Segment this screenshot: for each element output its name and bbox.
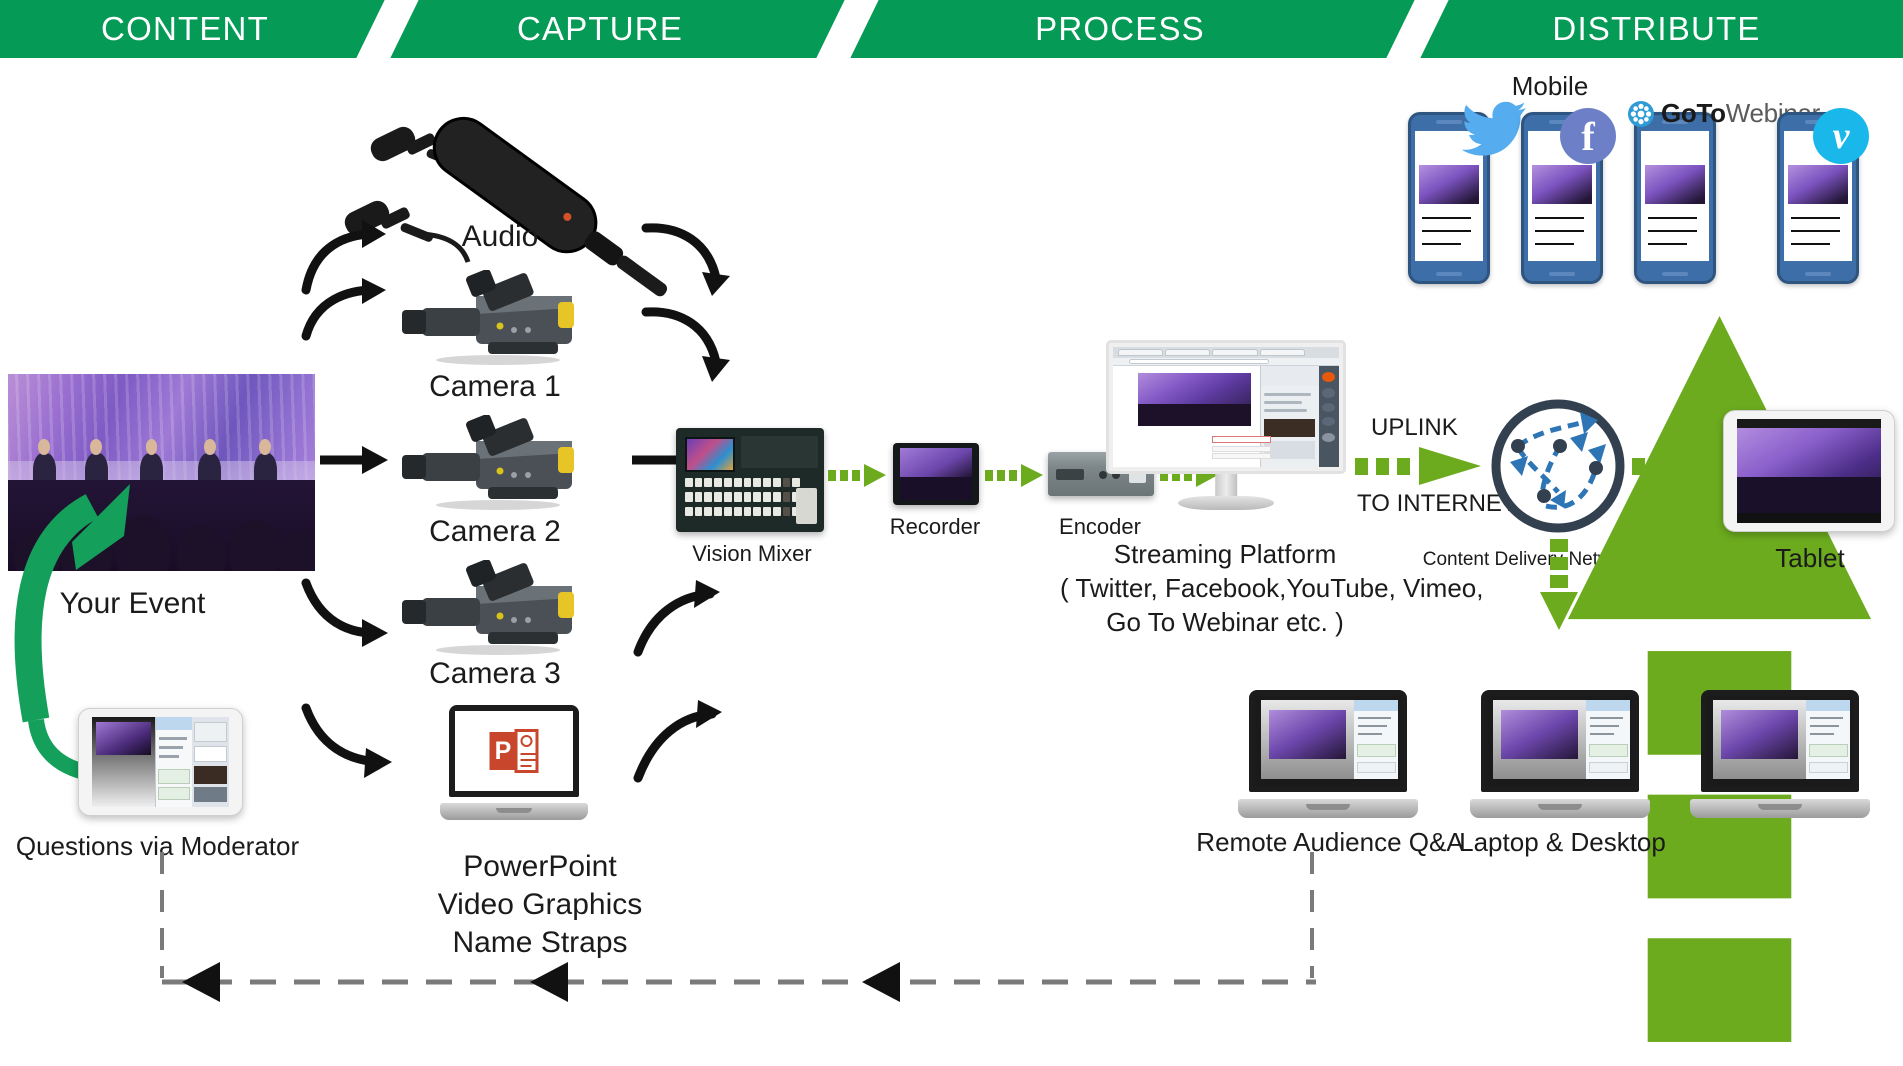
laptop-third (1690, 690, 1870, 818)
stream-video (1137, 373, 1251, 427)
arrow-graphics-to-mixer (633, 700, 722, 783)
browser-tab[interactable] (1164, 348, 1211, 357)
feedback-return-path (160, 852, 1316, 1002)
stream-menu-item[interactable] (1212, 445, 1272, 452)
vision-mixer-button-row[interactable] (684, 507, 801, 517)
laptop-desktop (1470, 690, 1650, 818)
browser-tab-bar (1113, 347, 1339, 358)
record-button[interactable] (1322, 372, 1336, 383)
gotowebinar-icon (1628, 100, 1654, 127)
vision-mixer-caption: Vision Mixer (692, 541, 812, 566)
camera1-caption: Camera 1 (429, 370, 561, 403)
camera-2 (388, 414, 604, 511)
arrow-event-to-camera1 (301, 278, 386, 341)
graphics-laptop-lid: P (448, 705, 580, 797)
arrow-camera1-to-mixer (641, 307, 730, 382)
laptop-desktop-caption: Laptop & Desktop (1459, 827, 1666, 857)
phone-screen (1641, 131, 1709, 261)
arrow-camera3-to-mixer (633, 580, 720, 657)
arrow-audio-to-mixer (641, 223, 730, 296)
browser-tab[interactable] (1117, 348, 1163, 357)
camera2-caption: Camera 2 (429, 515, 561, 548)
browser-tab[interactable] (1259, 348, 1306, 357)
streaming-caption-line2: ( Twitter, Facebook,YouTube, Vimeo, (1060, 573, 1484, 603)
arrow-event-to-camera2 (320, 446, 388, 474)
laptop-remote-audience (1238, 690, 1418, 818)
vision-mixer-tbar[interactable] (795, 488, 817, 524)
monitor-foot (1178, 496, 1274, 510)
arrow-event-to-graphics (301, 703, 392, 778)
tablet-caption: Tablet (1775, 543, 1845, 573)
stream-toolbar-rail[interactable] (1318, 366, 1339, 468)
flow-mixer-to-recorder (828, 464, 886, 487)
arrow-event-to-camera3 (301, 578, 388, 647)
recorder-device (893, 443, 979, 505)
audio-caption: Audio (461, 220, 539, 253)
event-caption: Your Event (59, 587, 206, 620)
stream-menu-item[interactable] (1212, 452, 1272, 459)
camera3-caption: Camera 3 (429, 657, 561, 690)
encoder-display (1056, 468, 1085, 481)
twitter-icon (1461, 101, 1526, 156)
recorder-screen (900, 448, 972, 500)
stream-menu-item[interactable] (1212, 436, 1272, 444)
streaming-caption-line1: Streaming Platform (1113, 539, 1337, 569)
vision-mixer-monitor (684, 437, 736, 472)
graphics-laptop-base (440, 802, 588, 820)
facebook-icon: f (1560, 108, 1616, 164)
browser-url-bar (1113, 357, 1339, 367)
stage-label-capture: CAPTURE (516, 10, 684, 47)
vision-mixer-button-row[interactable] (684, 492, 801, 502)
graphics-laptop-screen: P (454, 711, 574, 791)
browser-address-input[interactable] (1128, 359, 1269, 364)
streaming-monitor-screen (1113, 347, 1339, 468)
mobile-caption: Mobile (1511, 71, 1589, 101)
streaming-monitor-body (1106, 340, 1346, 475)
vision-mixer (676, 428, 824, 532)
gotowebinar-label-bold: GoTo (1661, 98, 1726, 128)
browser-tab[interactable] (1212, 348, 1258, 357)
phone-video-thumb (1419, 164, 1479, 204)
streaming-monitor (1106, 340, 1346, 510)
uplink-label: UPLINK (1371, 414, 1458, 441)
gear-icon[interactable] (1322, 432, 1336, 443)
monitor-neck (1215, 474, 1237, 497)
phone-gotowebinar[interactable] (1634, 112, 1716, 284)
stage-header-bar: CONTENT CAPTURE PROCESS DISTRIBUTE (0, 0, 1903, 58)
stage-label-process: PROCESS (1035, 10, 1205, 47)
moderator-tablet (78, 708, 243, 816)
distribute-tablet (1723, 410, 1895, 532)
camera-1 (388, 269, 604, 366)
moderator-tablet-screen (92, 717, 229, 807)
vision-mixer-button-row[interactable] (684, 477, 801, 488)
stage-label-content: CONTENT (101, 10, 269, 47)
moderator-chat-panel (155, 717, 192, 807)
powerpoint-icon: P (489, 732, 517, 770)
camera-3 (388, 559, 604, 656)
browser-window (1113, 347, 1339, 468)
encoder-caption: Encoder (1059, 514, 1141, 539)
flow-cdn-to-laptops (1540, 539, 1578, 630)
streaming-caption-line3: Go To Webinar etc. ) (1106, 607, 1344, 637)
graphics-laptop: P (440, 705, 588, 820)
phone-video-thumb (1532, 164, 1592, 204)
stage-label-distribute: DISTRIBUTE (1552, 10, 1761, 47)
phone-video-thumb (1788, 164, 1848, 204)
vimeo-icon: v (1813, 108, 1869, 164)
distribute-tablet-screen (1737, 419, 1881, 523)
recorder-caption: Recorder (889, 514, 981, 539)
flow-uplink-to-cdn (1355, 447, 1481, 485)
phone-video-thumb (1645, 164, 1705, 204)
flow-recorder-to-encoder (985, 464, 1043, 487)
